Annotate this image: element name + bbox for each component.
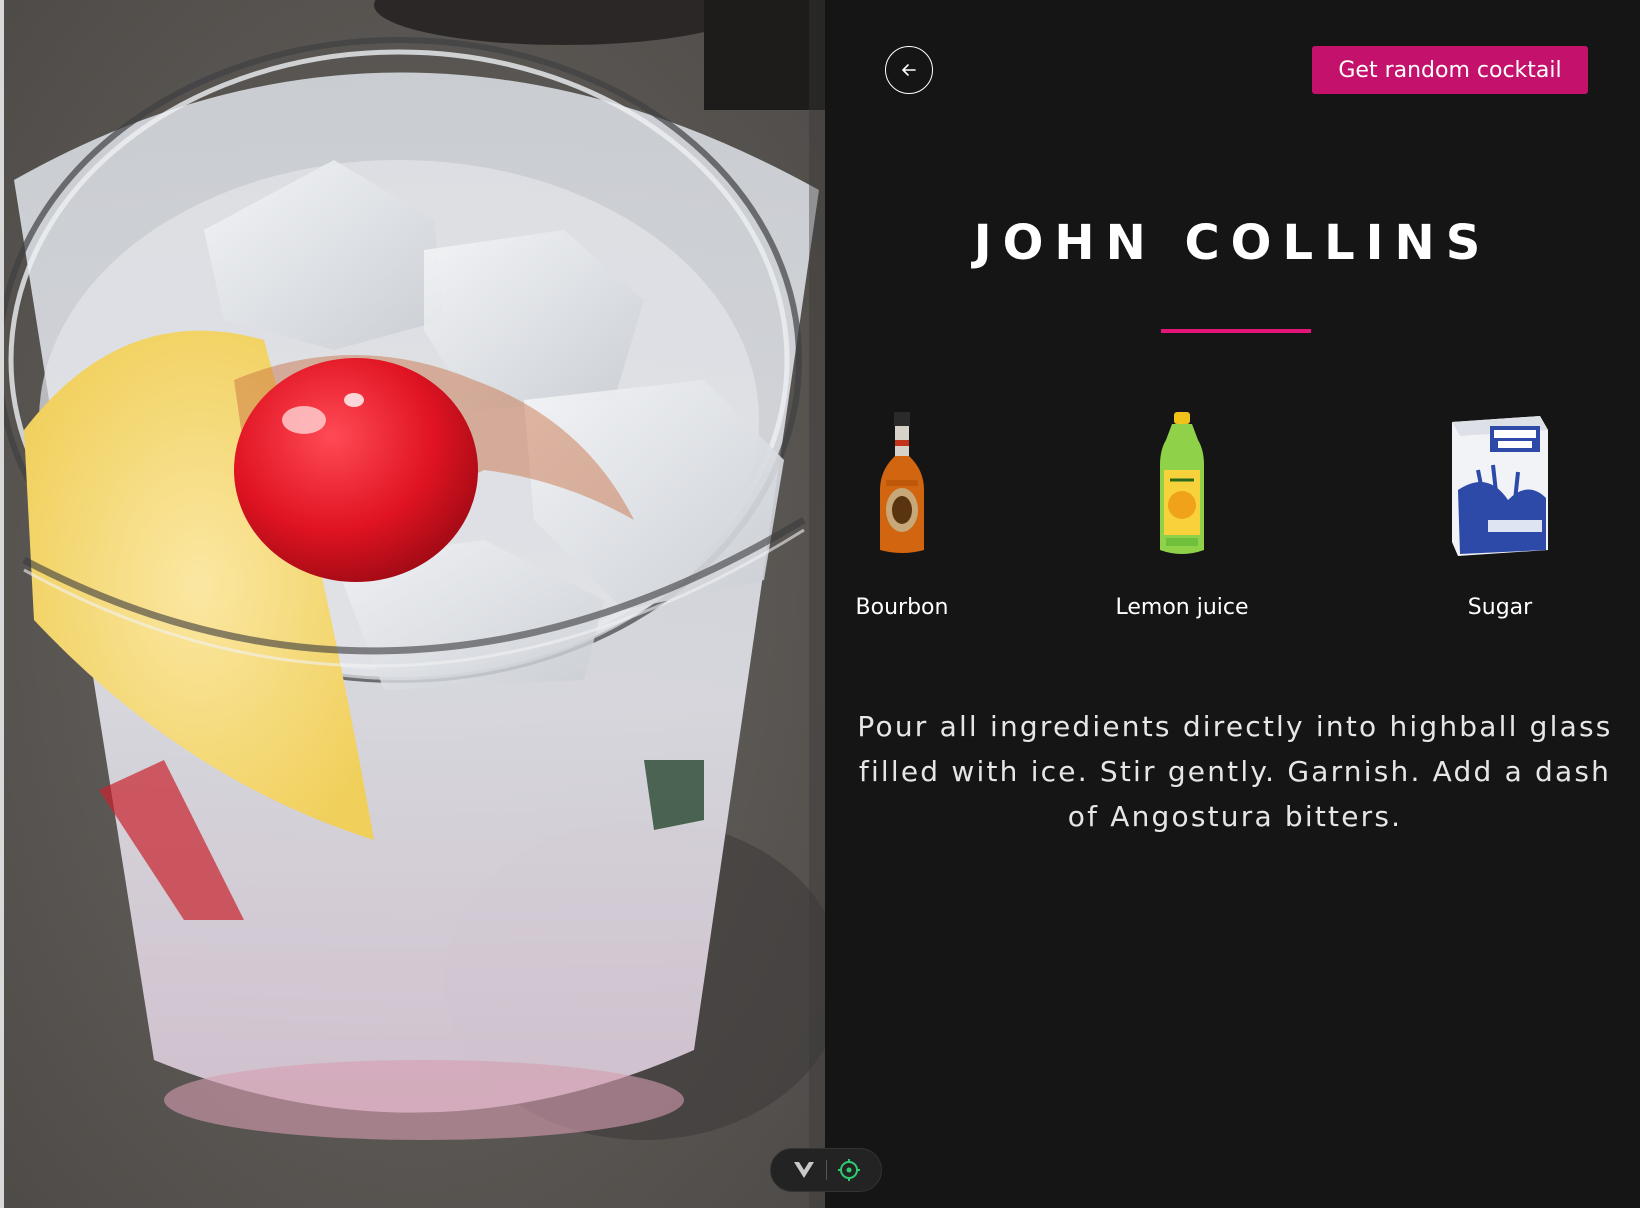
cocktail-title: JOHN COLLINS: [973, 215, 1492, 271]
cocktail-photo: [4, 0, 825, 1208]
ingredient-item: Lemon juice: [1072, 405, 1292, 620]
get-random-cocktail-button[interactable]: Get random cocktail: [1312, 46, 1588, 94]
cocktail-details-panel: Get random cocktail JOHN COLLINS Bourbon: [825, 0, 1640, 1208]
title-divider: [1161, 329, 1311, 333]
ingredient-label: Sugar: [1467, 595, 1533, 620]
vue-devtools-icon[interactable]: [792, 1160, 816, 1180]
back-button[interactable]: [885, 46, 933, 94]
devtools-toolbar: [770, 1148, 882, 1192]
sugar-bag-icon: [1390, 405, 1610, 565]
arrow-left-icon: [902, 64, 916, 76]
lemon-juice-bottle-icon: [1072, 405, 1292, 565]
ingredient-label: Bourbon: [855, 595, 949, 620]
cocktail-instructions: Pour all ingredients directly into highb…: [857, 710, 1613, 833]
bourbon-bottle-icon: [792, 405, 1012, 565]
ingredient-label: Lemon juice: [1115, 595, 1249, 620]
inspect-target-icon[interactable]: [837, 1158, 861, 1182]
ingredient-item: Bourbon: [792, 405, 1012, 620]
toolbar-separator: [825, 1160, 827, 1180]
ingredient-item: Sugar: [1390, 405, 1610, 620]
cocktail-page: Get random cocktail JOHN COLLINS Bourbon: [0, 0, 1640, 1208]
